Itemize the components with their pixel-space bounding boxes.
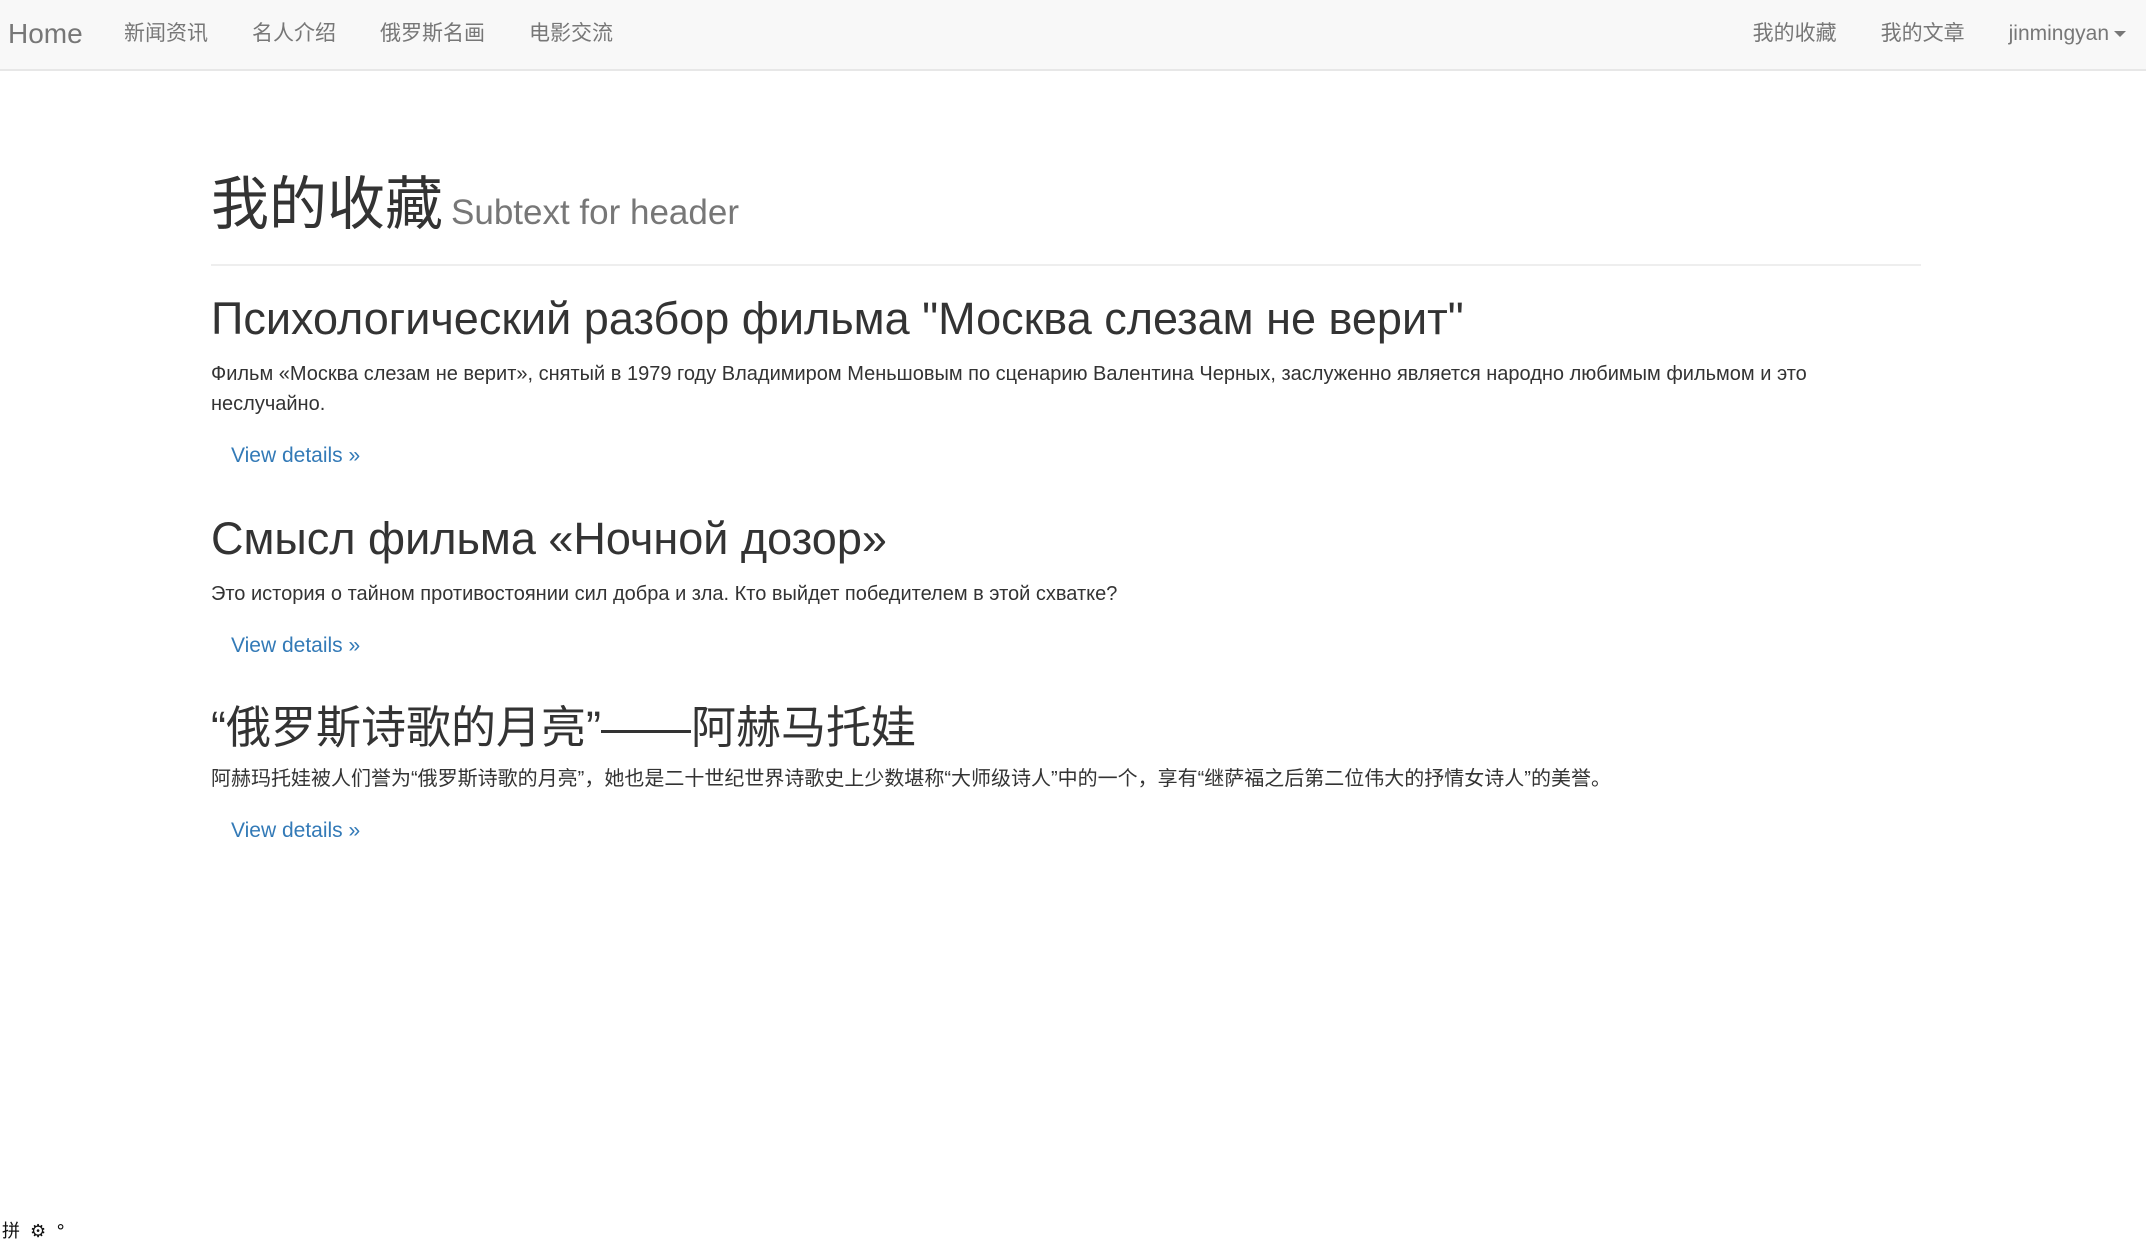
page-header: 我的收藏 Subtext for header	[211, 170, 1921, 266]
view-details-link[interactable]: View details »	[231, 816, 360, 846]
article-summary: Фильм «Москва слезам не верит», снятый в…	[211, 363, 1807, 415]
nav-item-news[interactable]: 新闻资讯	[124, 0, 230, 68]
nav-item-my-favorites[interactable]: 我的收藏	[1731, 0, 1859, 68]
pinyin-icon[interactable]: 拼	[2, 1222, 20, 1242]
nav-item-my-articles[interactable]: 我的文章	[1859, 0, 1987, 68]
article-title: “俄罗斯诗歌的月亮”——阿赫马托娃	[211, 702, 916, 753]
user-nav: 我的收藏 我的文章 jinmingyan	[1731, 0, 2126, 68]
article-item: Смысл фильма «Ночной дозор» Это история …	[211, 511, 1921, 661]
article-summary: Это история о тайном противостоянии сил …	[211, 583, 1118, 605]
article-summary: 阿赫玛托娃被人们誉为“俄罗斯诗歌的月亮”，她也是二十世纪世界诗歌史上少数堪称“大…	[211, 768, 1611, 790]
article-item: Психологический разбор фильма "Москва сл…	[211, 291, 1921, 471]
page-title-text: 我的收藏	[211, 172, 444, 237]
nav-item-celebrities[interactable]: 名人介绍	[230, 0, 358, 68]
brand-home-link[interactable]: Home	[8, 0, 83, 68]
page-title: 我的收藏 Subtext for header	[211, 170, 739, 248]
view-details-link[interactable]: View details »	[231, 441, 360, 471]
top-navbar: Home 新闻资讯 名人介绍 俄罗斯名画 电影交流 我的收藏 我的文章 jinm…	[0, 0, 2146, 71]
view-details-link[interactable]: View details »	[231, 631, 360, 661]
article-title: Психологический разбор фильма "Москва сл…	[211, 293, 1464, 344]
nav-item-russian-paintings[interactable]: 俄罗斯名画	[358, 0, 507, 68]
main-nav: 新闻资讯 名人介绍 俄罗斯名画 电影交流	[124, 0, 635, 68]
article-item: “俄罗斯诗歌的月亮”——阿赫马托娃 阿赫玛托娃被人们誉为“俄罗斯诗歌的月亮”，她…	[211, 700, 1921, 846]
input-method-tray: 拼 ⚙ °	[2, 1222, 65, 1242]
settings-icon[interactable]: ⚙	[30, 1222, 46, 1242]
article-title: Смысл фильма «Ночной дозор»	[211, 513, 887, 564]
degree-icon[interactable]: °	[56, 1222, 65, 1242]
nav-item-film-discussion[interactable]: 电影交流	[507, 0, 635, 68]
username-label: jinmingyan	[2008, 22, 2109, 45]
user-dropdown-toggle[interactable]: jinmingyan	[1987, 0, 2126, 68]
caret-down-icon	[2114, 31, 2126, 38]
page-subtitle: Subtext for header	[451, 193, 739, 232]
